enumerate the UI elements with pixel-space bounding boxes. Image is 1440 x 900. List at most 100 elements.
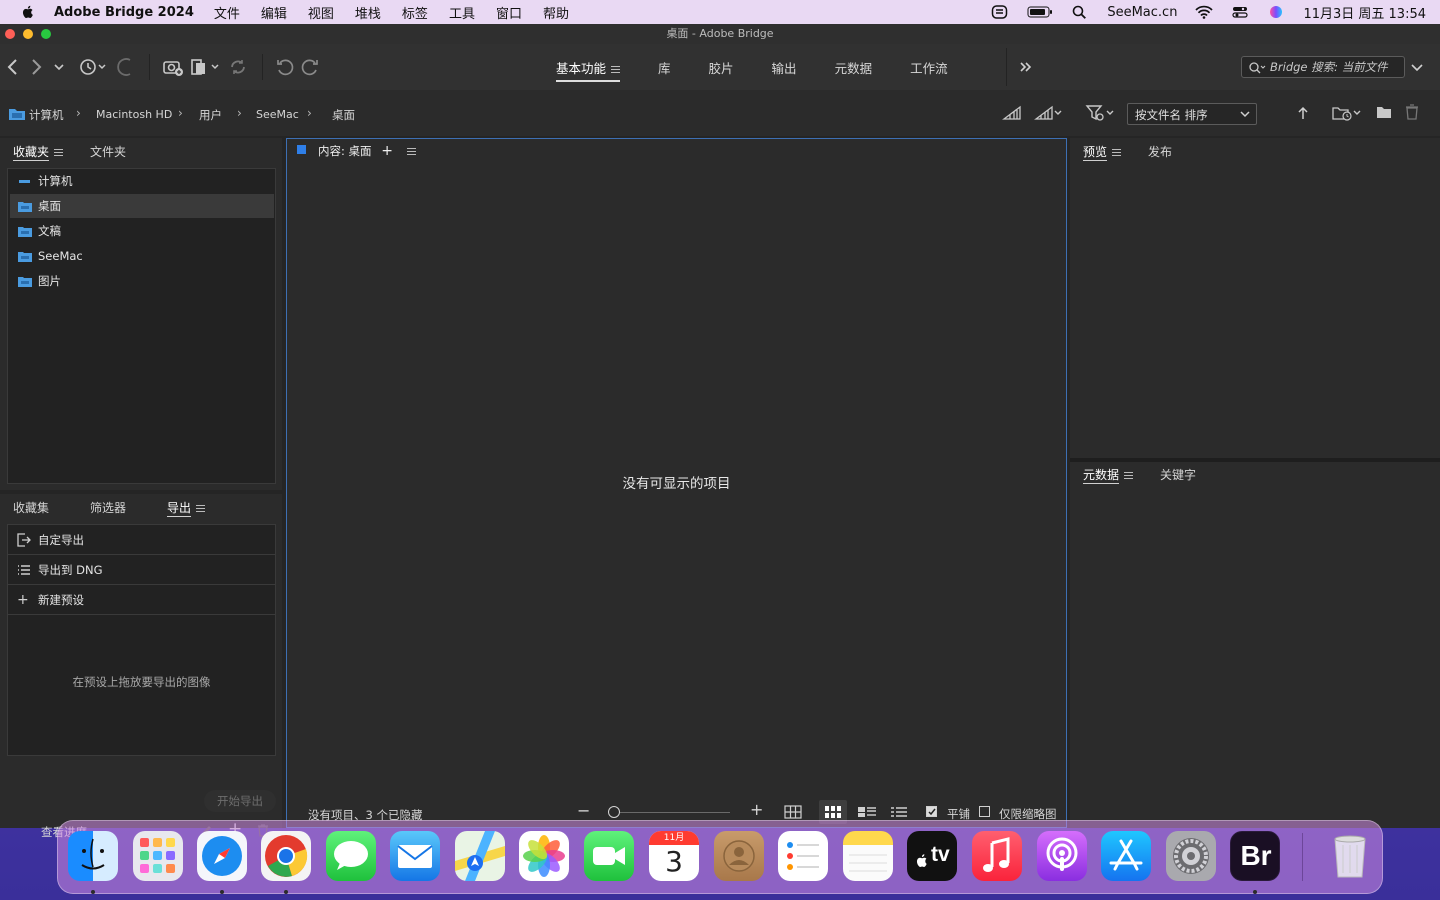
- favorite-item-desktop[interactable]: 桌面: [10, 194, 274, 218]
- list-view-icon[interactable]: [891, 806, 907, 818]
- panel-menu-icon[interactable]: [1112, 149, 1122, 156]
- menu-file[interactable]: 文件: [214, 3, 240, 22]
- menu-edit[interactable]: 编辑: [261, 3, 287, 22]
- metadata-tab[interactable]: 元数据: [1083, 466, 1134, 484]
- new-folder-icon[interactable]: [1376, 105, 1392, 119]
- open-recent-folder-icon[interactable]: [1331, 105, 1363, 121]
- rotate-ccw-icon[interactable]: [275, 57, 295, 77]
- thumbnail-size-slider[interactable]: [609, 812, 730, 813]
- start-export-button[interactable]: 开始导出: [204, 790, 276, 812]
- zoom-in-icon[interactable]: +: [750, 800, 763, 819]
- breadcrumb-chevron-icon[interactable]: ›: [237, 106, 242, 120]
- sync-icon[interactable]: [228, 57, 248, 77]
- content-tab[interactable]: 内容: 桌面 +: [318, 143, 416, 159]
- history-dropdown-icon[interactable]: [53, 57, 65, 77]
- menubar-datetime[interactable]: 11月3日 周五 13:54: [1303, 3, 1426, 22]
- siri-icon[interactable]: [1267, 5, 1285, 19]
- filter-tab[interactable]: 筛选器: [90, 499, 126, 516]
- system-settings-icon[interactable]: [1166, 831, 1216, 881]
- more-workspaces-icon[interactable]: [1019, 57, 1033, 77]
- menu-stack[interactable]: 堆栈: [355, 3, 381, 22]
- wifi-icon[interactable]: [1195, 5, 1214, 19]
- safari-icon[interactable]: [197, 831, 247, 881]
- screen-share-icon[interactable]: [991, 5, 1009, 19]
- breadcrumb-chevron-icon[interactable]: ›: [307, 106, 312, 120]
- forward-icon[interactable]: [29, 57, 43, 77]
- chrome-icon[interactable]: [261, 831, 311, 881]
- details-view-icon[interactable]: [858, 806, 876, 818]
- add-tab-icon[interactable]: +: [381, 143, 393, 159]
- podcasts-icon[interactable]: [1037, 831, 1087, 881]
- minimize-window-button[interactable]: [23, 29, 33, 39]
- publish-tab[interactable]: 发布: [1148, 143, 1172, 160]
- sort-ascending-icon[interactable]: [1297, 106, 1309, 120]
- breadcrumb-chevron-icon[interactable]: ›: [76, 106, 81, 120]
- adobe-bridge-icon[interactable]: Br: [1230, 831, 1280, 881]
- workspace-output[interactable]: 输出: [772, 58, 797, 82]
- notes-icon[interactable]: [843, 831, 893, 881]
- workspace-menu-icon[interactable]: [611, 66, 621, 73]
- workspace-essentials[interactable]: 基本功能: [556, 58, 621, 82]
- calendar-icon[interactable]: 11月 3: [649, 831, 699, 881]
- keywords-tab[interactable]: 关键字: [1160, 466, 1196, 483]
- get-photos-from-camera-icon[interactable]: [162, 57, 184, 77]
- messages-icon[interactable]: [326, 831, 376, 881]
- quality-icon[interactable]: [1002, 105, 1022, 121]
- export-item-dng[interactable]: 导出到 DNG: [8, 555, 275, 585]
- bridge-search-input[interactable]: Bridge 搜索: 当前文件: [1241, 56, 1405, 78]
- folders-tab[interactable]: 文件夹: [90, 143, 126, 160]
- lock-grid-icon[interactable]: [784, 805, 802, 819]
- thumbnails-only-checkbox[interactable]: [979, 806, 990, 817]
- photos-icon[interactable]: [519, 831, 569, 881]
- menu-window[interactable]: 窗口: [496, 3, 522, 22]
- preview-tab[interactable]: 预览: [1083, 143, 1122, 161]
- export-item-new-preset[interactable]: + 新建预设: [8, 585, 275, 615]
- return-to-photoshop-icon[interactable]: [117, 57, 135, 77]
- maps-icon[interactable]: [455, 831, 505, 881]
- zoom-window-button[interactable]: [41, 29, 51, 39]
- breadcrumb-users[interactable]: 用户: [199, 107, 222, 123]
- breadcrumb-computer[interactable]: 计算机: [29, 107, 64, 123]
- control-center-icon[interactable]: [1231, 5, 1249, 19]
- panel-menu-icon[interactable]: [54, 149, 64, 156]
- finder-icon[interactable]: [68, 831, 118, 881]
- menu-help[interactable]: 帮助: [543, 3, 569, 22]
- export-tab[interactable]: 导出: [167, 499, 206, 517]
- music-icon[interactable]: [972, 831, 1022, 881]
- search-dropdown-icon[interactable]: [1410, 57, 1424, 77]
- favorite-item-seemac[interactable]: SeeMac: [10, 244, 274, 268]
- filter-items-icon[interactable]: [1085, 104, 1117, 122]
- menu-view[interactable]: 视图: [308, 3, 334, 22]
- apple-tv-icon[interactable]: tv: [907, 831, 957, 881]
- recent-files-icon[interactable]: [77, 57, 107, 77]
- collections-tab[interactable]: 收藏集: [13, 499, 49, 516]
- trash-icon[interactable]: [1325, 831, 1375, 881]
- workspace-filmstrip[interactable]: 胶片: [709, 58, 734, 82]
- sort-select[interactable]: 按文件名 排序: [1127, 103, 1257, 125]
- favorites-tab[interactable]: 收藏夹: [13, 143, 64, 161]
- close-window-button[interactable]: [5, 29, 15, 39]
- workspace-metadata[interactable]: 元数据: [835, 58, 873, 82]
- delete-trash-icon[interactable]: [1405, 104, 1419, 120]
- panel-menu-icon[interactable]: [1124, 472, 1134, 479]
- export-item-custom[interactable]: 自定导出: [8, 525, 275, 555]
- spotlight-search-icon[interactable]: [1071, 5, 1089, 19]
- panel-menu-icon[interactable]: [406, 148, 416, 155]
- breadcrumb-seemac[interactable]: SeeMac: [256, 108, 299, 121]
- workspace-workflow[interactable]: 工作流: [910, 58, 948, 82]
- app-store-icon[interactable]: [1101, 831, 1151, 881]
- thumbnail-slider-thumb[interactable]: [608, 806, 620, 818]
- menubar-site-label[interactable]: SeeMac.cn: [1107, 5, 1177, 20]
- app-name-menu[interactable]: Adobe Bridge 2024: [54, 5, 194, 20]
- tile-checkbox[interactable]: [926, 806, 937, 817]
- favorite-item-pictures[interactable]: 图片: [10, 269, 274, 293]
- contacts-icon[interactable]: [714, 831, 764, 881]
- menu-tools[interactable]: 工具: [449, 3, 475, 22]
- reminders-icon[interactable]: [778, 831, 828, 881]
- facetime-icon[interactable]: [584, 831, 634, 881]
- rating-filter-icon[interactable]: [1034, 105, 1064, 121]
- breadcrumb-chevron-icon[interactable]: ›: [178, 106, 183, 120]
- battery-icon[interactable]: [1027, 5, 1053, 19]
- favorite-item-documents[interactable]: 文稿: [10, 219, 274, 243]
- breadcrumb-desktop[interactable]: 桌面: [332, 107, 355, 123]
